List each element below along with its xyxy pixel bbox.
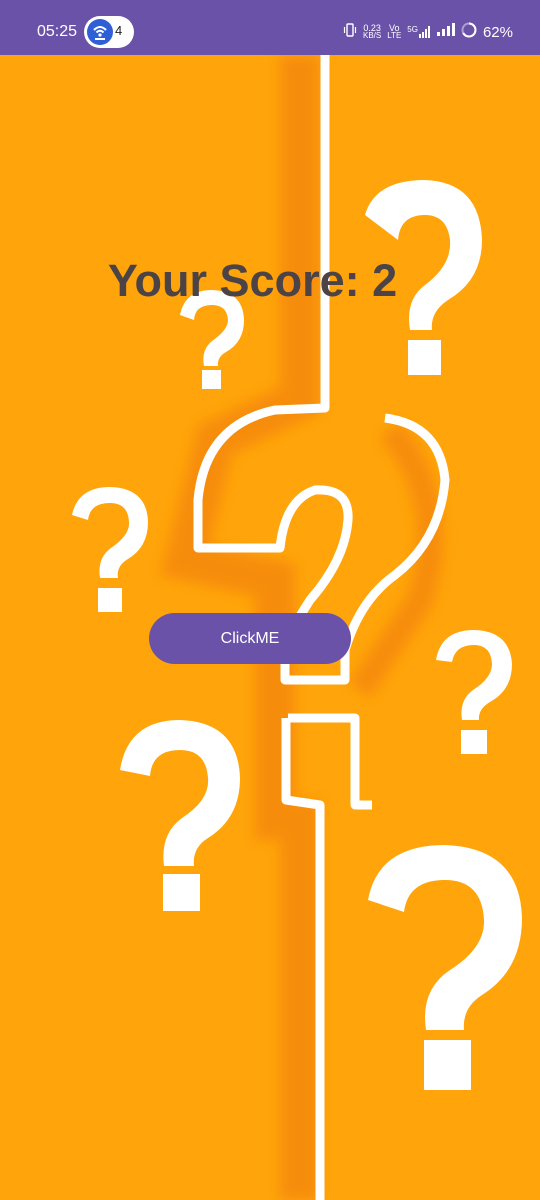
signal-strength-icon	[436, 23, 455, 41]
hotspot-icon	[87, 19, 113, 45]
score-display: Your Score: 2	[107, 255, 398, 306]
signal-5g-icon: 5G	[407, 26, 431, 38]
vibrate-icon	[343, 22, 357, 42]
status-time: 05:25	[37, 23, 78, 40]
status-bar: 05:25 4 0.23 KB/S Vo LTE 5G 62%	[0, 0, 540, 55]
click-me-button[interactable]: ClickME	[149, 613, 351, 664]
hotspot-count: 4	[115, 23, 123, 38]
volte-indicator: Vo LTE	[387, 23, 402, 40]
hotspot-indicator[interactable]: 4	[84, 16, 134, 48]
app-screen: 05:25 4 0.23 KB/S Vo LTE 5G 62% Your Sco…	[0, 0, 540, 1200]
net-speed: 0.23 KB/S	[362, 23, 382, 40]
battery-icon	[461, 22, 477, 43]
battery-percent: 62%	[482, 23, 513, 41]
status-icons: 0.23 KB/S Vo LTE 5G 62%	[343, 22, 513, 42]
